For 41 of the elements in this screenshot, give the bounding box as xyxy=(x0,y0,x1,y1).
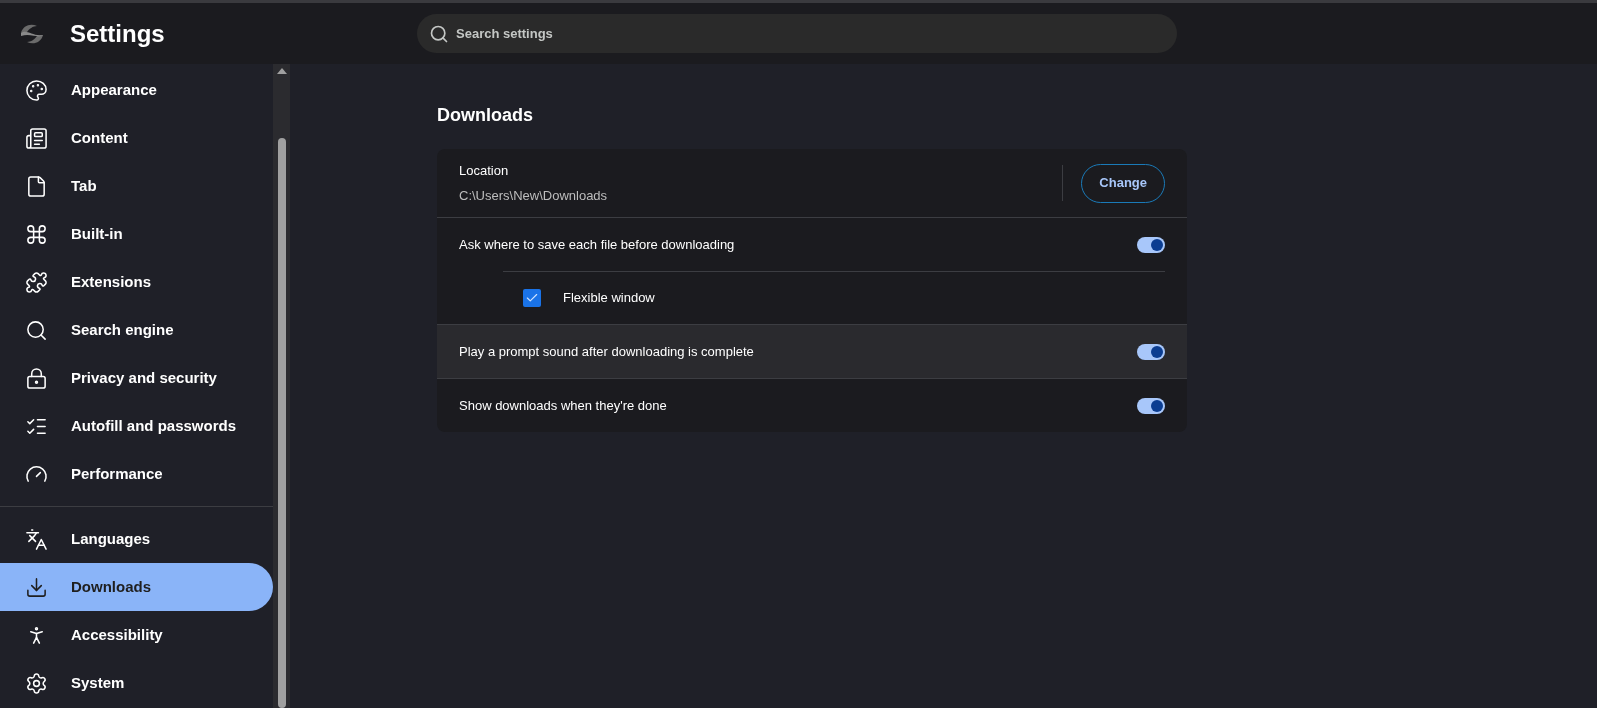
setting-row[interactable]: Play a prompt sound after downloading is complete xyxy=(437,325,1187,378)
check-icon xyxy=(525,291,539,305)
settings-title: Settings xyxy=(70,18,166,49)
sidebar-item[interactable]: Downloads xyxy=(0,563,273,611)
sidebar-item[interactable]: Autofill and passwords xyxy=(0,402,273,450)
newspaper-icon xyxy=(25,126,48,150)
search-field[interactable]: Search settings xyxy=(417,14,1177,53)
sidebar-item[interactable]: System xyxy=(0,659,273,707)
checkbox-label: Flexible window xyxy=(563,289,655,308)
search-icon xyxy=(25,318,48,342)
location-label: Location xyxy=(459,162,510,180)
sidebar-item[interactable]: Built-in xyxy=(0,210,273,258)
sidebar-item[interactable]: Search engine xyxy=(0,306,273,354)
sidebar-item[interactable]: Tab xyxy=(0,162,273,210)
puzzle-icon xyxy=(25,270,48,294)
scroll-up-icon xyxy=(276,68,287,74)
section-title: Downloads xyxy=(437,104,534,127)
settings-icon xyxy=(25,671,48,695)
sidebar-item[interactable]: Privacy and security xyxy=(0,354,273,402)
toggle-switch[interactable] xyxy=(1137,397,1165,414)
sidebar-item[interactable]: Performance xyxy=(0,450,273,498)
location-path: C:\Users\New\Downloads xyxy=(459,186,609,205)
toggle-switch[interactable] xyxy=(1137,236,1165,253)
sidebar-item[interactable]: Languages xyxy=(0,515,273,563)
translate-icon xyxy=(25,527,48,551)
logo-icon xyxy=(19,22,45,45)
toggle-switch[interactable] xyxy=(1137,343,1165,360)
setting-row[interactable]: Show downloads when they're done xyxy=(437,379,1187,432)
sidebar-item[interactable]: Extensions xyxy=(0,258,273,306)
search-icon xyxy=(429,24,449,44)
palette-icon xyxy=(25,78,48,102)
checkbox[interactable] xyxy=(523,289,541,307)
lock-icon xyxy=(25,366,48,390)
sidebar-item[interactable]: Content xyxy=(0,114,273,162)
setting-row[interactable]: Ask where to save each file before downloading xyxy=(437,218,1187,271)
sidebar-item[interactable]: Appearance xyxy=(0,66,273,114)
sidebar-item[interactable]: Accessibility xyxy=(0,611,273,659)
command-icon xyxy=(25,222,48,246)
download-icon xyxy=(25,575,48,599)
scrollbar[interactable] xyxy=(273,64,290,708)
file-icon xyxy=(25,174,48,198)
